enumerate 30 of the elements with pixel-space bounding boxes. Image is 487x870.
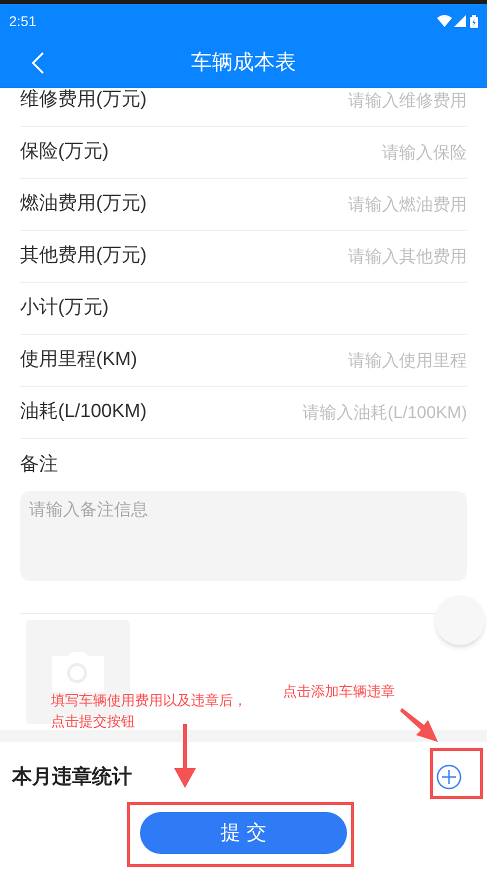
wifi-icon (437, 15, 452, 27)
field-label: 使用里程(KM) (20, 348, 138, 372)
annotation-text: 点击添加车辆违章 (283, 682, 395, 701)
battery-icon (470, 14, 478, 28)
page-title: 车辆成本表 (191, 50, 296, 76)
field-label: 保险(万元) (20, 140, 109, 164)
input-field[interactable]: 请输入燃油费用 (154, 192, 467, 218)
highlight-frame (430, 748, 483, 799)
arrow-icon (400, 708, 438, 742)
field-label: 小计(万元) (20, 296, 109, 320)
add-icon[interactable] (436, 764, 462, 790)
input-field[interactable]: 请输入使用里程 (145, 348, 467, 374)
input-field[interactable]: 请输入保险 (116, 140, 467, 166)
annotation-text: 填写车辆使用费用以及违章后， (51, 691, 247, 710)
field-label: 油耗(L/100KM) (20, 400, 147, 424)
signal-icon (454, 15, 466, 27)
status-time: 2:51 (9, 12, 36, 30)
input-field[interactable]: 请输入其他费用 (154, 244, 467, 270)
annotation-text: 点击提交按钮 (51, 712, 135, 731)
field-label: 维修费用(万元) (20, 88, 147, 112)
field-label: 备注 (20, 452, 59, 477)
field-label: 其他费用(万元) (20, 244, 147, 268)
field-label: 燃油费用(万元) (20, 192, 147, 216)
input-field[interactable]: 请输入油耗(L/100KM) (154, 400, 467, 426)
submit-button[interactable]: 提 交 (140, 812, 347, 854)
notes-field[interactable]: 请输入备注信息 (20, 491, 467, 581)
back-icon[interactable] (31, 51, 45, 75)
section-title: 本月违章统计 (12, 764, 132, 790)
input-field[interactable]: 请输入维修费用 (154, 88, 467, 114)
arrow-icon (174, 724, 196, 788)
